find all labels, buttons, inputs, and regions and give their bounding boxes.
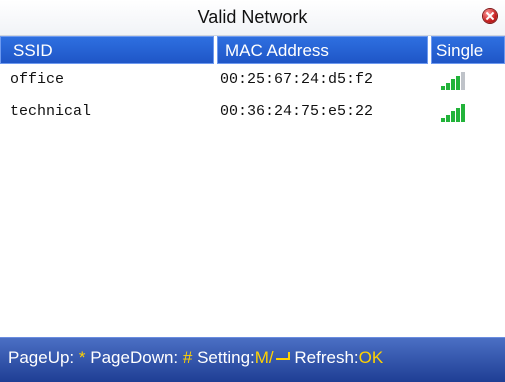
signal-strength-icon <box>441 72 471 90</box>
ssid-cell: office <box>10 71 65 88</box>
column-header-ssid: SSID <box>0 36 214 64</box>
signal-bar <box>461 72 465 90</box>
signal-bar <box>446 82 450 90</box>
signal-bar <box>461 104 465 122</box>
hash-key-icon[interactable]: # <box>183 348 192 367</box>
pageup-label: PageUp: <box>8 348 75 367</box>
table-header: SSID MAC Address Single <box>0 36 505 64</box>
table-row[interactable]: technical 00:36:24:75:e5:22 <box>0 98 505 130</box>
setting-label: Setting: <box>197 348 255 367</box>
signal-bar <box>441 118 445 122</box>
footer-bar: PageUp: * PageDown: # Setting:M/ Refresh… <box>0 337 505 382</box>
signal-bar <box>451 79 455 90</box>
mac-address-cell: 00:36:24:75:e5:22 <box>220 103 374 120</box>
ok-key[interactable]: OK <box>359 348 384 367</box>
title-bar: Valid Network <box>0 0 505 36</box>
column-header-signal: Single <box>431 36 505 64</box>
close-icon[interactable] <box>483 9 497 23</box>
menu-key-icon[interactable]: M/ <box>255 348 274 367</box>
signal-bar <box>451 111 455 122</box>
refresh-label: Refresh: <box>294 348 359 367</box>
signal-bar <box>446 114 450 122</box>
star-key-icon[interactable]: * <box>79 348 86 367</box>
signal-bar <box>441 86 445 90</box>
ssid-cell: technical <box>10 103 92 120</box>
network-list: office 00:25:67:24:d5:f2 technical 00:36… <box>0 66 505 130</box>
table-row[interactable]: office 00:25:67:24:d5:f2 <box>0 66 505 98</box>
enter-key-icon <box>275 352 290 364</box>
mac-address-cell: 00:25:67:24:d5:f2 <box>220 71 374 88</box>
signal-bar <box>456 107 460 122</box>
pagedown-label: PageDown: <box>90 348 179 367</box>
signal-bar <box>456 75 460 90</box>
column-header-mac-address: MAC Address <box>217 36 428 64</box>
signal-strength-icon <box>441 104 471 122</box>
footer-hints: PageUp: * PageDown: # Setting:M/ Refresh… <box>8 348 383 368</box>
window-title: Valid Network <box>197 7 308 27</box>
